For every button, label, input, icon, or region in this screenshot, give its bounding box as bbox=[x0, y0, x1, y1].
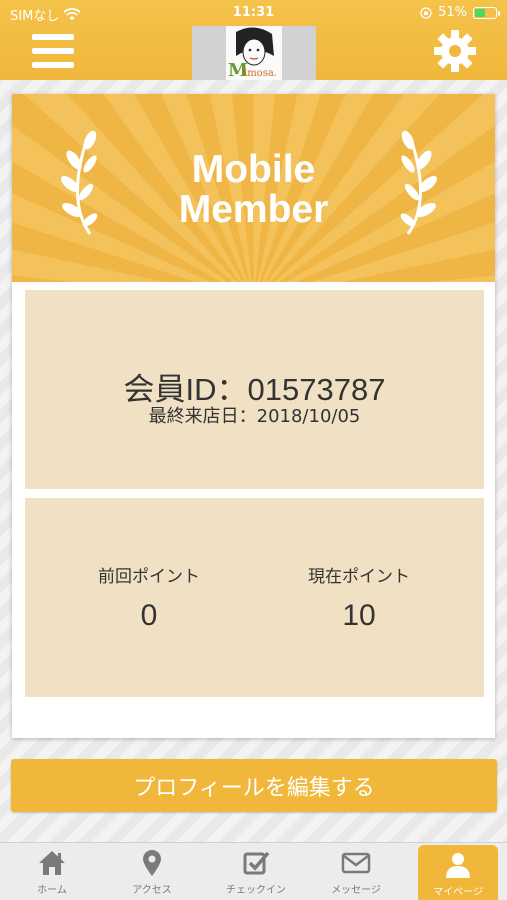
last-visit-date: 最終来店日：2018/10/05 bbox=[148, 406, 361, 427]
edit-profile-button[interactable]: プロフィールを編集する bbox=[11, 759, 497, 812]
laurel-right-icon bbox=[400, 130, 438, 235]
tab-mypage-label: マイページ bbox=[433, 887, 483, 898]
previous-points-value: 0 bbox=[140, 599, 158, 632]
envelope-icon bbox=[341, 852, 371, 874]
previous-points: 前回ポイント 0 bbox=[49, 562, 249, 633]
tab-home-label: ホーム bbox=[37, 885, 67, 896]
checkin-icon bbox=[243, 851, 270, 875]
tab-message-label: メッセージ bbox=[331, 885, 381, 896]
member-card: Mobile Member 会員ID：01573787 最終来店日：2018/1… bbox=[12, 94, 495, 738]
app-header: SIMなし 11:31 51% M imosa. bbox=[0, 0, 507, 80]
orientation-lock-icon bbox=[420, 6, 432, 19]
battery-percent: 51% bbox=[438, 5, 467, 20]
current-points-value: 10 bbox=[342, 599, 376, 632]
battery-fill bbox=[475, 8, 485, 17]
points-panel: 前回ポイント 0 現在ポイント 10 bbox=[25, 498, 484, 697]
tab-home[interactable]: ホーム bbox=[4, 843, 100, 900]
tab-message[interactable]: メッセージ bbox=[308, 843, 404, 900]
tab-checkin[interactable]: チェックイン bbox=[208, 843, 304, 900]
tab-access-label: アクセス bbox=[132, 885, 172, 896]
bottom-tab-bar: ホーム アクセス チェックイン メッセージ マイページ bbox=[0, 842, 507, 900]
hamburger-menu-icon[interactable] bbox=[32, 34, 74, 68]
current-points-label: 現在ポイント bbox=[308, 567, 410, 587]
member-banner: Mobile Member bbox=[12, 94, 495, 282]
previous-points-label: 前回ポイント bbox=[98, 567, 200, 587]
tab-access[interactable]: アクセス bbox=[104, 843, 200, 900]
map-pin-icon bbox=[143, 850, 161, 876]
tab-checkin-label: チェックイン bbox=[226, 885, 286, 896]
member-id-panel: 会員ID：01573787 最終来店日：2018/10/05 bbox=[25, 290, 484, 489]
battery-icon bbox=[473, 6, 500, 19]
current-points: 現在ポイント 10 bbox=[259, 562, 459, 633]
home-icon bbox=[39, 851, 65, 875]
svg-text:imosa.: imosa. bbox=[244, 68, 277, 79]
tab-mypage[interactable]: マイページ bbox=[418, 845, 498, 900]
user-icon bbox=[446, 853, 470, 878]
gear-icon[interactable] bbox=[434, 30, 476, 72]
status-bar: SIMなし 11:31 51% bbox=[0, 0, 507, 26]
shop-logo: M imosa. bbox=[192, 26, 316, 80]
